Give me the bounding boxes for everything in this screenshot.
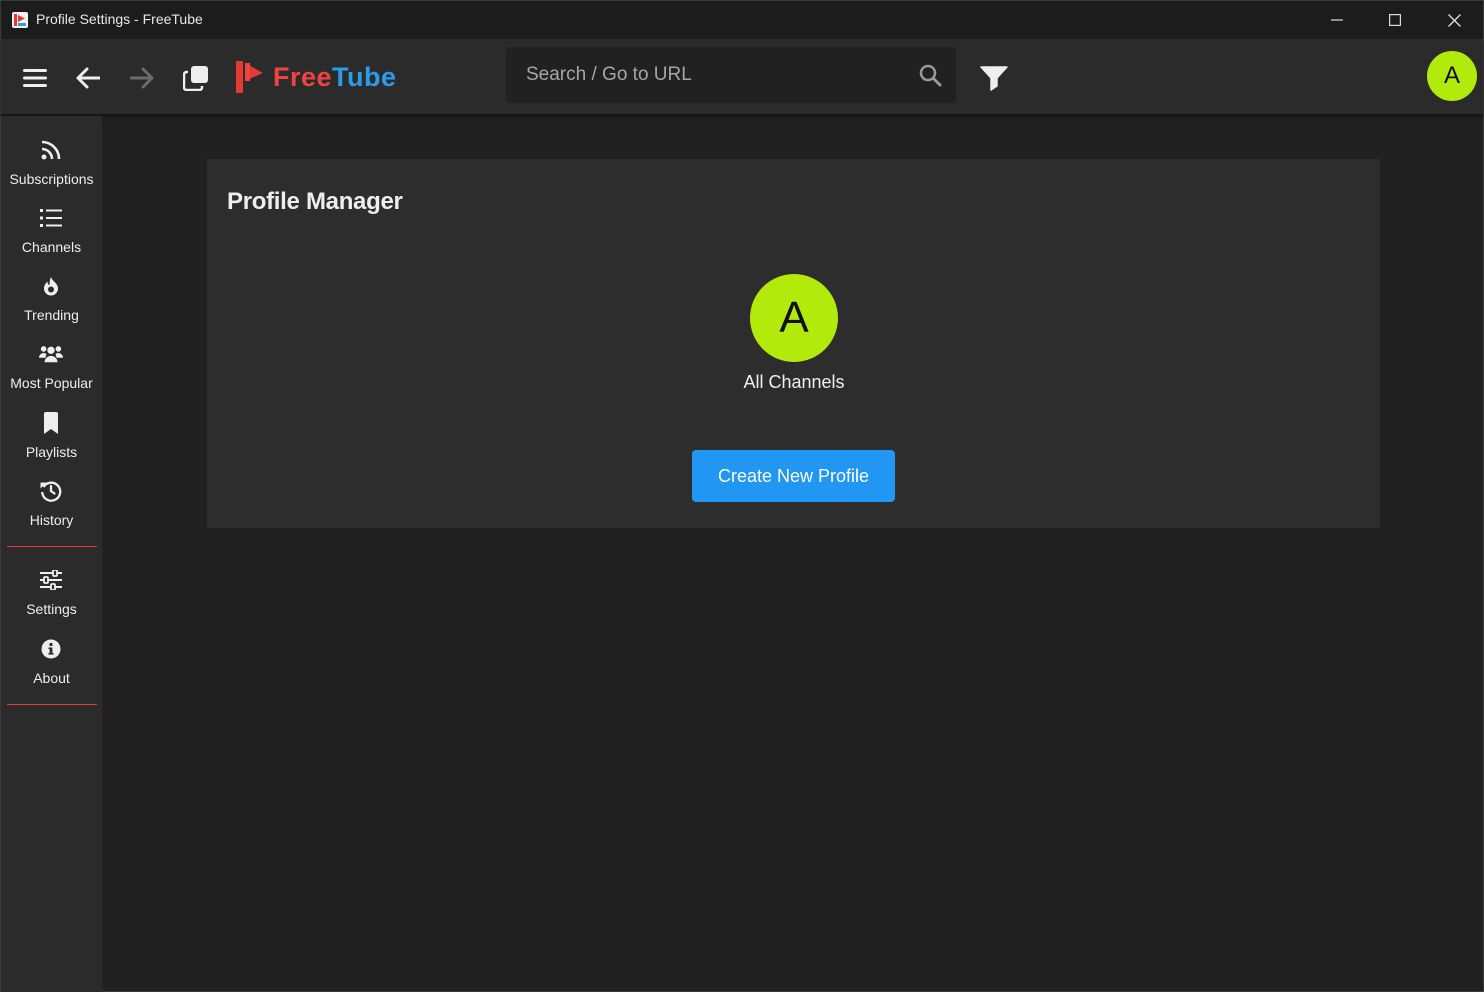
logo-text: FreeTube bbox=[273, 62, 397, 93]
clone-icon bbox=[183, 66, 208, 91]
maximize-icon bbox=[1389, 14, 1401, 26]
logo-text-free: Free bbox=[273, 61, 333, 92]
sidebar-item-history[interactable]: History bbox=[1, 479, 102, 541]
profile-item-all-channels[interactable]: A All Channels bbox=[729, 274, 859, 393]
menu-button[interactable] bbox=[20, 63, 50, 93]
sidebar-item-label: History bbox=[29, 512, 74, 528]
sidebar-item-about[interactable]: About bbox=[1, 637, 102, 699]
sidebar-item-channels[interactable]: Channels bbox=[1, 206, 102, 268]
sidebar-divider bbox=[7, 546, 97, 547]
close-icon bbox=[1447, 13, 1461, 27]
list-icon bbox=[39, 206, 63, 230]
sidebar-item-label: About bbox=[33, 670, 70, 686]
back-button[interactable] bbox=[73, 63, 103, 93]
sliders-icon bbox=[39, 568, 63, 592]
filter-icon[interactable] bbox=[979, 64, 1009, 92]
freetube-app-icon bbox=[12, 12, 28, 28]
logo-text-tube: Tube bbox=[332, 61, 397, 92]
search-box bbox=[506, 47, 956, 103]
freetube-logo-icon bbox=[236, 61, 263, 93]
info-icon bbox=[39, 637, 63, 661]
title-bar: Profile Settings - FreeTube bbox=[1, 1, 1483, 39]
hamburger-icon bbox=[23, 69, 47, 87]
window-title: Profile Settings - FreeTube bbox=[36, 11, 203, 27]
search-icon[interactable] bbox=[918, 63, 942, 87]
history-icon bbox=[39, 479, 63, 503]
rss-icon bbox=[39, 138, 63, 162]
profile-avatar: A bbox=[750, 274, 838, 362]
arrow-right-icon bbox=[130, 67, 154, 89]
forward-button[interactable] bbox=[127, 63, 157, 93]
new-window-button[interactable] bbox=[181, 63, 211, 93]
sidebar-divider bbox=[7, 704, 97, 705]
top-nav: FreeTube A bbox=[1, 39, 1483, 115]
close-window-button[interactable] bbox=[1425, 1, 1483, 39]
freetube-logo[interactable]: FreeTube bbox=[235, 59, 397, 95]
sidebar-item-label: Subscriptions bbox=[9, 171, 94, 187]
arrow-left-icon bbox=[76, 67, 100, 89]
minimize-icon bbox=[1331, 19, 1343, 21]
sidebar-item-label: Playlists bbox=[25, 444, 78, 460]
page-title: Profile Manager bbox=[227, 188, 403, 215]
maximize-button[interactable] bbox=[1366, 1, 1424, 39]
sidebar-item-most-popular[interactable]: Most Popular bbox=[1, 342, 102, 404]
sidebar-item-label: Settings bbox=[26, 601, 77, 617]
sidebar-item-trending[interactable]: Trending bbox=[1, 274, 102, 336]
app-window: Profile Settings - FreeTube FreeTube Sea… bbox=[0, 0, 1484, 992]
search-input[interactable] bbox=[506, 47, 906, 103]
sidebar-item-settings[interactable]: Settings bbox=[1, 568, 102, 630]
minimize-button[interactable] bbox=[1308, 1, 1366, 39]
sidebar-item-subscriptions[interactable]: Subscriptions bbox=[1, 138, 102, 200]
sidebar-item-playlists[interactable]: Playlists bbox=[1, 411, 102, 473]
sidebar-item-label: Most Popular bbox=[10, 375, 93, 391]
sidebar-item-label: Trending bbox=[24, 307, 79, 323]
side-nav: Subscriptions Channels Trending Most Pop… bbox=[1, 116, 102, 992]
fire-icon bbox=[39, 274, 63, 298]
bookmark-icon bbox=[39, 411, 63, 435]
create-new-profile-button[interactable]: Create New Profile bbox=[692, 450, 895, 502]
profile-name: All Channels bbox=[743, 372, 845, 392]
profile-avatar-button[interactable]: A bbox=[1427, 51, 1477, 101]
sidebar-item-label: Channels bbox=[21, 239, 82, 255]
users-icon bbox=[39, 342, 63, 366]
profile-manager-card: Profile Manager A All Channels Create Ne… bbox=[207, 159, 1380, 528]
